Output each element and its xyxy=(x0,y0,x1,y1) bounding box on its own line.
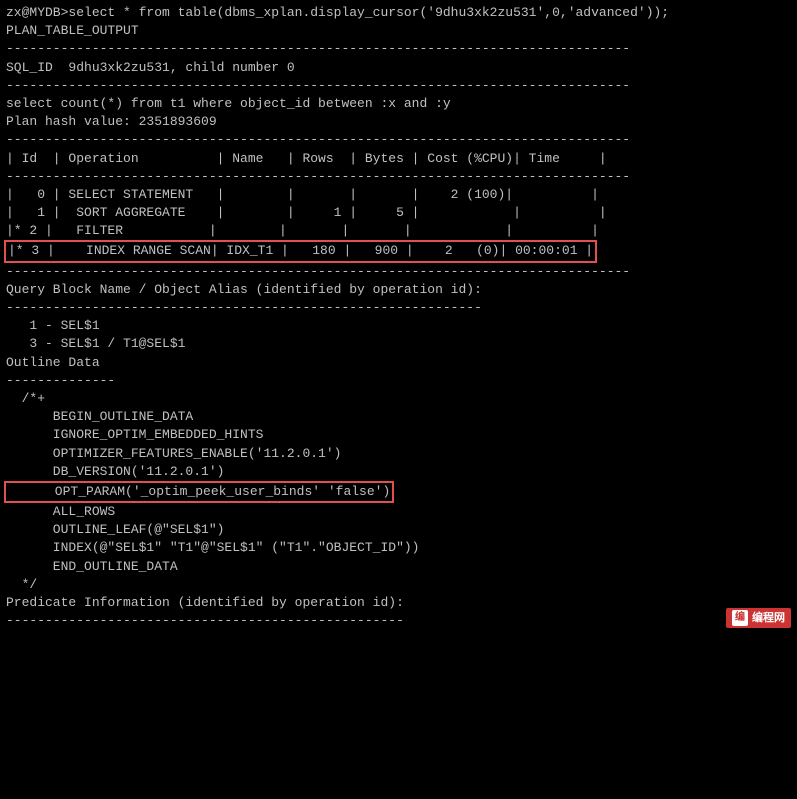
terminal-line-outline8: INDEX(@"SEL$1" "T1"@"SEL$1" ("T1"."OBJEC… xyxy=(6,539,791,557)
terminal-window: zx@MYDB>select * from table(dbms_xplan.d… xyxy=(0,0,797,634)
terminal-line-row3: |* 3 | INDEX RANGE SCAN| IDX_T1 | 180 | … xyxy=(6,240,791,262)
watermark: 编 编程网 xyxy=(726,608,791,628)
terminal-line-sep1: ----------------------------------------… xyxy=(6,40,791,58)
terminal-line-outline_label: Outline Data xyxy=(6,354,791,372)
terminal-line-sep8: ----------------------------------------… xyxy=(6,612,791,630)
terminal-line-alias1: 1 - SEL$1 xyxy=(6,317,791,335)
terminal-line-row0: | 0 | SELECT STATEMENT | | | | 2 (100)| … xyxy=(6,186,791,204)
terminal-line-outline5: OPT_PARAM('_optim_peek_user_binds' 'fals… xyxy=(6,481,791,503)
terminal-line-outline_open: /*+ xyxy=(6,390,791,408)
highlighted-content-row3: |* 3 | INDEX RANGE SCAN| IDX_T1 | 180 | … xyxy=(4,240,597,262)
terminal-line-alias2: 3 - SEL$1 / T1@SEL$1 xyxy=(6,335,791,353)
terminal-line-sep4: ----------------------------------------… xyxy=(6,168,791,186)
terminal-line-outline6: ALL_ROWS xyxy=(6,503,791,521)
terminal-line-qb_label: Query Block Name / Object Alias (identif… xyxy=(6,281,791,299)
highlighted-content-outline5: OPT_PARAM('_optim_peek_user_binds' 'fals… xyxy=(4,481,394,503)
terminal-line-plan_hash: Plan hash value: 2351893609 xyxy=(6,113,791,131)
terminal-line-row1: | 1 | SORT AGGREGATE | | 1 | 5 | | | xyxy=(6,204,791,222)
terminal-line-outline2: IGNORE_OPTIM_EMBEDDED_HINTS xyxy=(6,426,791,444)
terminal-line-row2: |* 2 | FILTER | | | | | | xyxy=(6,222,791,240)
terminal-line-col_header: | Id | Operation | Name | Rows | Bytes |… xyxy=(6,150,791,168)
terminal-line-select_stmt: select count(*) from t1 where object_id … xyxy=(6,95,791,113)
terminal-line-sep3: ----------------------------------------… xyxy=(6,131,791,149)
terminal-line-outline7: OUTLINE_LEAF(@"SEL$1") xyxy=(6,521,791,539)
terminal-line-sep2: ----------------------------------------… xyxy=(6,77,791,95)
terminal-line-pred_label: Predicate Information (identified by ope… xyxy=(6,594,791,612)
terminal-line-plan_output_label: PLAN_TABLE_OUTPUT xyxy=(6,22,791,40)
terminal-line-outline1: BEGIN_OUTLINE_DATA xyxy=(6,408,791,426)
watermark-icon: 编 xyxy=(732,610,748,626)
terminal-line-outline9: END_OUTLINE_DATA xyxy=(6,558,791,576)
terminal-line-outline3: OPTIMIZER_FEATURES_ENABLE('11.2.0.1') xyxy=(6,445,791,463)
watermark-label: 编程网 xyxy=(752,611,785,626)
terminal-line-sep6: ----------------------------------------… xyxy=(6,299,791,317)
terminal-line-sql_id: SQL_ID 9dhu3xk2zu531, child number 0 xyxy=(6,59,791,77)
terminal-line-cmd: zx@MYDB>select * from table(dbms_xplan.d… xyxy=(6,4,791,22)
terminal-line-outline_close: */ xyxy=(6,576,791,594)
terminal-line-sep7: -------------- xyxy=(6,372,791,390)
terminal-line-sep5: ----------------------------------------… xyxy=(6,263,791,281)
terminal-line-outline4: DB_VERSION('11.2.0.1') xyxy=(6,463,791,481)
